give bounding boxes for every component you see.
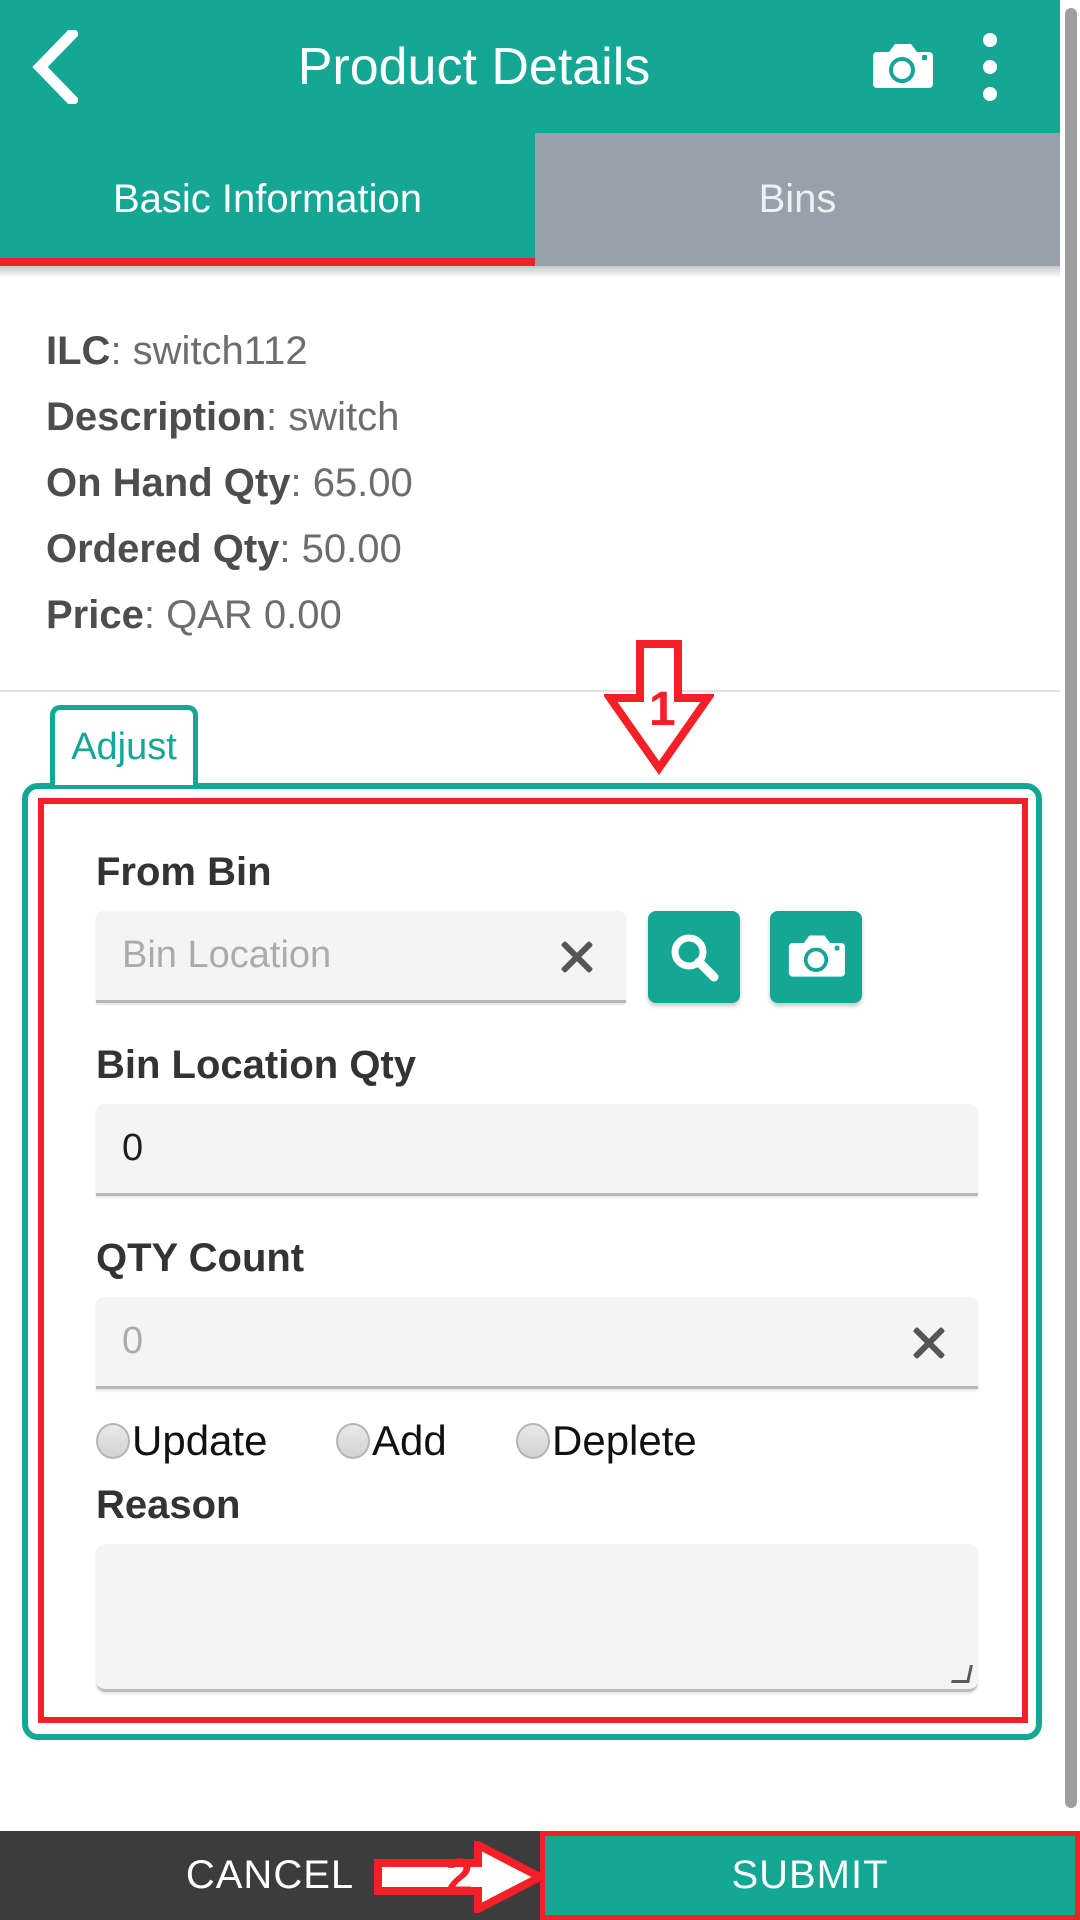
submit-button[interactable]: SUBMIT (540, 1831, 1080, 1920)
info-row: Ordered Qty: 50.00 (46, 516, 1060, 582)
tab-active-indicator (0, 258, 535, 266)
clear-x-icon[interactable] (554, 933, 600, 979)
info-value: 50.00 (301, 527, 402, 571)
radio-deplete-label: Deplete (552, 1417, 697, 1464)
tab-basic-information-label: Basic Information (112, 177, 423, 221)
section-divider (0, 690, 1060, 692)
info-colon: : (143, 593, 167, 637)
back-chevron-icon (32, 29, 78, 104)
radio-button-icon (516, 1423, 550, 1459)
submit-button-label: SUBMIT (731, 1853, 889, 1897)
app-bar: Product Details (0, 0, 1060, 133)
clear-x-icon[interactable] (906, 1319, 952, 1365)
camera-icon (873, 43, 933, 88)
tab-bar-shadow (0, 266, 1060, 278)
bin-location-qty-input[interactable]: 0 (96, 1104, 978, 1196)
scrollbar-thumb[interactable] (1065, 8, 1077, 1808)
from-bin-row: Bin Location (96, 911, 978, 1003)
adjust-tab-chip[interactable]: Adjust (50, 705, 198, 785)
info-row: Description: switch (46, 384, 1060, 450)
qty-count-input-text: 0 (122, 1320, 144, 1362)
bin-location-input-text: Bin Location (122, 934, 332, 976)
info-value: QAR 0.00 (166, 593, 342, 637)
reason-label: Reason (96, 1483, 241, 1527)
tab-bar: Basic Information Bins (0, 133, 1060, 266)
info-label: On Hand Qty (46, 461, 291, 505)
radio-button-icon (96, 1423, 130, 1459)
camera-icon (788, 935, 845, 977)
reason-textarea[interactable] (96, 1544, 978, 1692)
tab-bins-label: Bins (758, 177, 837, 221)
cancel-button-label: CANCEL (185, 1853, 355, 1897)
bin-location-qty-value: 0 (122, 1127, 144, 1169)
search-icon (671, 934, 719, 982)
radio-update-label: Update (132, 1417, 268, 1464)
info-colon: : (266, 395, 289, 439)
bottom-action-bar: CANCEL SUBMIT (0, 1831, 1080, 1920)
info-label: ILC (46, 329, 111, 373)
radio-button-icon (336, 1423, 370, 1459)
reason-group: Reason (96, 1483, 978, 1692)
info-colon: : (279, 527, 302, 571)
vertical-scrollbar[interactable] (1060, 0, 1080, 1831)
qty-count-group: QTY Count 0 (96, 1236, 978, 1389)
product-info-list: ILC: switch112 Description: switch On Ha… (0, 278, 1060, 648)
bin-search-button[interactable] (648, 911, 740, 1003)
info-colon: : (110, 329, 133, 373)
info-value: switch (288, 395, 400, 439)
radio-add-label: Add (372, 1417, 447, 1464)
bin-camera-button[interactable] (770, 911, 862, 1003)
camera-button[interactable] (858, 0, 946, 133)
info-value: switch112 (132, 329, 308, 373)
info-value: 65.00 (312, 461, 413, 505)
info-label: Description (46, 395, 267, 439)
down-arrow-icon (602, 640, 716, 775)
overflow-menu-button[interactable] (946, 0, 1034, 133)
bin-location-qty-label: Bin Location Qty (96, 1043, 416, 1087)
tab-bins[interactable]: Bins (535, 133, 1060, 266)
info-label: Ordered Qty (46, 527, 280, 571)
app-bar-actions (858, 0, 1060, 133)
info-row: Price: QAR 0.00 (46, 582, 1060, 648)
qty-count-input[interactable]: 0 (96, 1297, 978, 1389)
info-label: Price (46, 593, 144, 637)
adjust-mode-radio-group: Update Add Deplete (96, 1417, 978, 1465)
bin-location-input[interactable]: Bin Location (96, 911, 626, 1003)
radio-deplete[interactable]: Deplete (516, 1417, 697, 1465)
page-title: Product Details (297, 37, 651, 96)
from-bin-label: From Bin (96, 850, 272, 894)
bin-location-qty-group: Bin Location Qty 0 (96, 1043, 978, 1196)
kebab-menu-icon (983, 32, 997, 101)
radio-add[interactable]: Add (336, 1417, 516, 1465)
adjust-tab-label: Adjust (71, 726, 177, 768)
info-colon: : (290, 461, 313, 505)
info-row: ILC: switch112 (46, 318, 1060, 384)
info-row: On Hand Qty: 65.00 (46, 450, 1060, 516)
annotation-arrow-1: 1 (602, 640, 716, 780)
resize-handle-icon[interactable] (951, 1665, 973, 1683)
tab-basic-information[interactable]: Basic Information (0, 133, 535, 266)
qty-count-label: QTY Count (96, 1236, 305, 1280)
radio-update[interactable]: Update (96, 1417, 336, 1465)
adjust-panel: From Bin Bin Location Bin Location Qty 0… (38, 798, 1028, 1723)
cancel-button[interactable]: CANCEL (0, 1831, 540, 1920)
product-details-screen: Product Details Basic Information Bins I… (0, 0, 1080, 1920)
